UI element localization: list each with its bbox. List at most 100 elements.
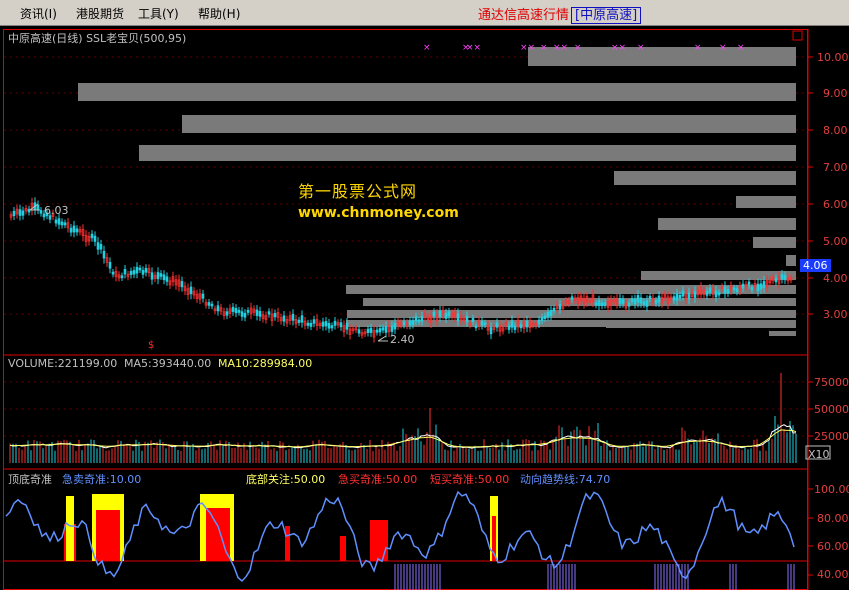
candle-body: [375, 329, 379, 333]
signal-block: [340, 536, 346, 561]
candle-body: [633, 298, 637, 305]
candle-body: [120, 275, 124, 279]
chart-area[interactable]: × ××× ×× × ×× × ×× × × × × $: [0, 26, 849, 590]
candle-body: [675, 293, 679, 301]
svg-text:×: ×: [574, 43, 582, 53]
brand-main: 通达信高速行情: [478, 8, 570, 23]
candle-body: [687, 292, 691, 300]
candle-body: [627, 302, 631, 307]
svg-text:×: ×: [737, 43, 745, 53]
candle-body: [546, 311, 550, 317]
candle-body: [411, 320, 415, 325]
candle-body: [210, 303, 214, 307]
candle-body: [618, 298, 622, 304]
candle-body: [135, 266, 139, 274]
candle-body: [723, 286, 727, 294]
candle-body: [390, 325, 394, 332]
candle-body: [141, 270, 145, 275]
menu-help[interactable]: 帮助(H): [198, 5, 240, 22]
candle-body: [642, 301, 646, 305]
candle-body: [444, 313, 448, 319]
candle-body: [639, 297, 643, 304]
candle-body: [438, 310, 442, 318]
candle-body: [507, 325, 511, 330]
svg-text:×: ×: [694, 43, 702, 53]
profile-bar-9: [78, 83, 796, 101]
candle-body: [291, 313, 295, 321]
menu-info[interactable]: 资讯(I): [20, 5, 57, 22]
candle-body: [525, 320, 529, 328]
volume-tick-75000: 75000: [814, 376, 849, 389]
candle-body: [60, 221, 64, 226]
candle-body: [273, 313, 277, 318]
candle-body: [783, 275, 787, 281]
candle-body: [69, 227, 73, 233]
candle-body: [63, 222, 67, 226]
candle-body: [558, 304, 562, 310]
candle-body: [762, 280, 766, 288]
candle-body: [678, 294, 682, 299]
candle-body: [357, 329, 361, 334]
panel-close-icon[interactable]: [792, 30, 803, 41]
indicator-duanmai: 短买奇准:50.00: [430, 473, 510, 486]
candle-body: [657, 295, 661, 303]
candle-body: [780, 274, 784, 280]
candle-body: [333, 320, 337, 326]
indicator-purple-bars: [394, 564, 795, 590]
ma5-label: MA5:393440.00: [124, 357, 212, 370]
volume-unit: X10: [808, 448, 830, 461]
candle-body: [96, 242, 100, 250]
price-tick-3: 3.00: [823, 308, 848, 321]
signal-marker: $: [148, 340, 154, 351]
candle-body: [621, 299, 625, 304]
volume-bars: [9, 373, 797, 463]
candle-body: [240, 311, 244, 317]
candle-body: [300, 315, 304, 323]
indicator-signal-blocks: [64, 494, 498, 561]
volume-grid: [4, 381, 808, 437]
profile-bar-3.2: [347, 310, 796, 318]
candle-body: [414, 316, 418, 322]
candle-body: [258, 311, 262, 317]
candle-body: [519, 323, 523, 329]
menu-tools[interactable]: 工具(Y): [138, 5, 179, 22]
menu-hk-futures[interactable]: 港股期货: [76, 5, 124, 22]
candle-body: [378, 328, 382, 333]
profile-bar-2.9: [606, 322, 796, 328]
candle-body: [408, 320, 412, 326]
candle-body: [672, 296, 676, 301]
candle-body: [90, 233, 94, 239]
candle-body: [510, 320, 514, 328]
candle-body: [180, 281, 184, 288]
profile-bar-5: [753, 237, 796, 248]
svg-text:×: ×: [423, 43, 431, 53]
candle-body: [54, 219, 58, 224]
candle-body: [339, 322, 343, 328]
candle-body: [144, 267, 148, 273]
volume-label: VOLUME:221199.00: [8, 357, 118, 370]
candle-body: [735, 288, 739, 293]
candle-body: [225, 311, 229, 316]
candle-body: [393, 322, 397, 330]
watermark-url: www.chnmoney.com: [298, 205, 459, 221]
candle-body: [255, 309, 259, 316]
candle-body: [714, 290, 718, 298]
candle-body: [708, 287, 712, 293]
candle-body: [72, 225, 76, 233]
price-tick-5: 5.00: [823, 235, 848, 248]
candle-body: [237, 309, 241, 313]
candle-body: [243, 312, 247, 318]
profile-bar-8: [182, 115, 796, 133]
indicator-tick-40: 40.00: [817, 568, 849, 581]
candle-body: [267, 311, 271, 315]
candle-body: [129, 270, 133, 275]
candle-body: [597, 300, 601, 307]
candle-body: [537, 319, 541, 325]
candle-body: [21, 210, 25, 216]
profile-bar-3.5: [363, 298, 796, 306]
candle-body: [603, 302, 607, 306]
candle-body: [156, 272, 160, 280]
profile-bar-7.5: [139, 145, 796, 161]
candle-body: [231, 306, 235, 312]
candle-body: [432, 311, 436, 317]
